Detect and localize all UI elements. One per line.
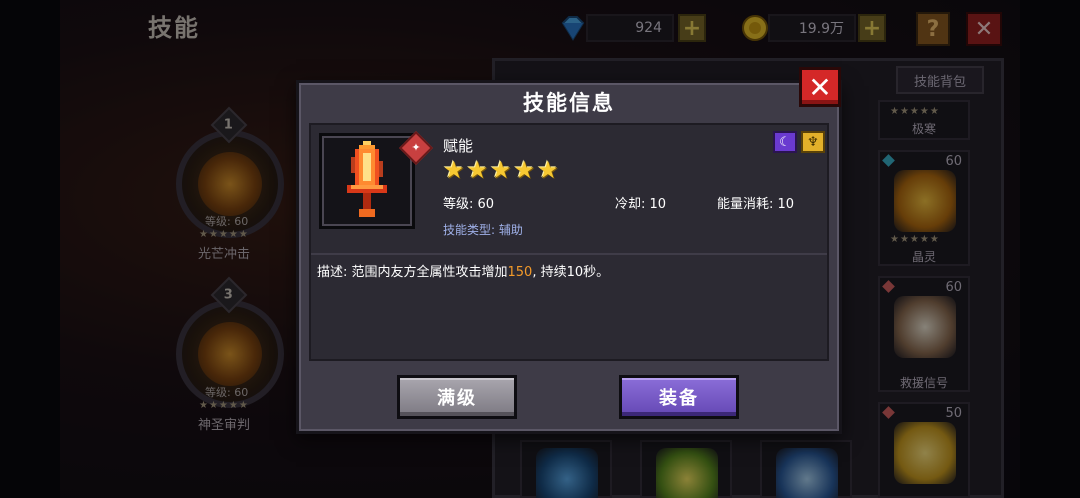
moon-tag-icon: ☾ [773, 131, 797, 153]
description-text: 描述: 范围内友方全属性攻击增加 [317, 265, 508, 280]
skill-detail-panel: ✦ 赋能 ★ ★ ★ ★ ★ ☾ ♆ 等级: 60 冷却: 10 能量消耗: 10 技能… [309, 123, 829, 361]
skill-star-rating: ★ ★ ★ ★ ★ [443, 158, 559, 182]
description-value: 150 [507, 265, 533, 280]
skill-info-dialog: 技能信息 ✕ ✦ 赋能 ★★★★★ ☾ ♆ 等级: 60 冷却: 10 [296, 67, 842, 434]
crest-tag-icon: ♆ [801, 131, 825, 153]
equip-button[interactable]: 装备 [619, 375, 739, 419]
max-level-button[interactable]: 满级 [397, 375, 517, 419]
star-icon: ★ [490, 156, 512, 184]
dialog-title: 技能信息 [523, 91, 615, 115]
skill-description: 描述: 范围内友方全属性攻击增加150, 持续10秒。 [317, 261, 609, 280]
close-dialog-button[interactable]: ✕ [799, 67, 841, 107]
flaming-sword-icon [347, 141, 387, 217]
star-icon: ★ [466, 156, 489, 184]
skill-type: 技能类型: 辅助 [443, 223, 523, 237]
skill-level: 等级: 60 [443, 197, 495, 212]
star-icon: ★ [513, 156, 536, 184]
fire-element-icon: ✦ [399, 131, 433, 165]
skill-energy-cost: 能量消耗: 10 [717, 197, 795, 212]
description-text: , 持续10秒。 [532, 265, 610, 280]
divider [311, 253, 827, 255]
star-icon: ★ [537, 156, 559, 184]
skill-name: 赋能 [443, 137, 474, 155]
skill-cooldown: 冷却: 10 [615, 197, 667, 212]
skill-icon-frame: ✦ [319, 131, 433, 229]
star-icon: ★ [443, 156, 465, 184]
